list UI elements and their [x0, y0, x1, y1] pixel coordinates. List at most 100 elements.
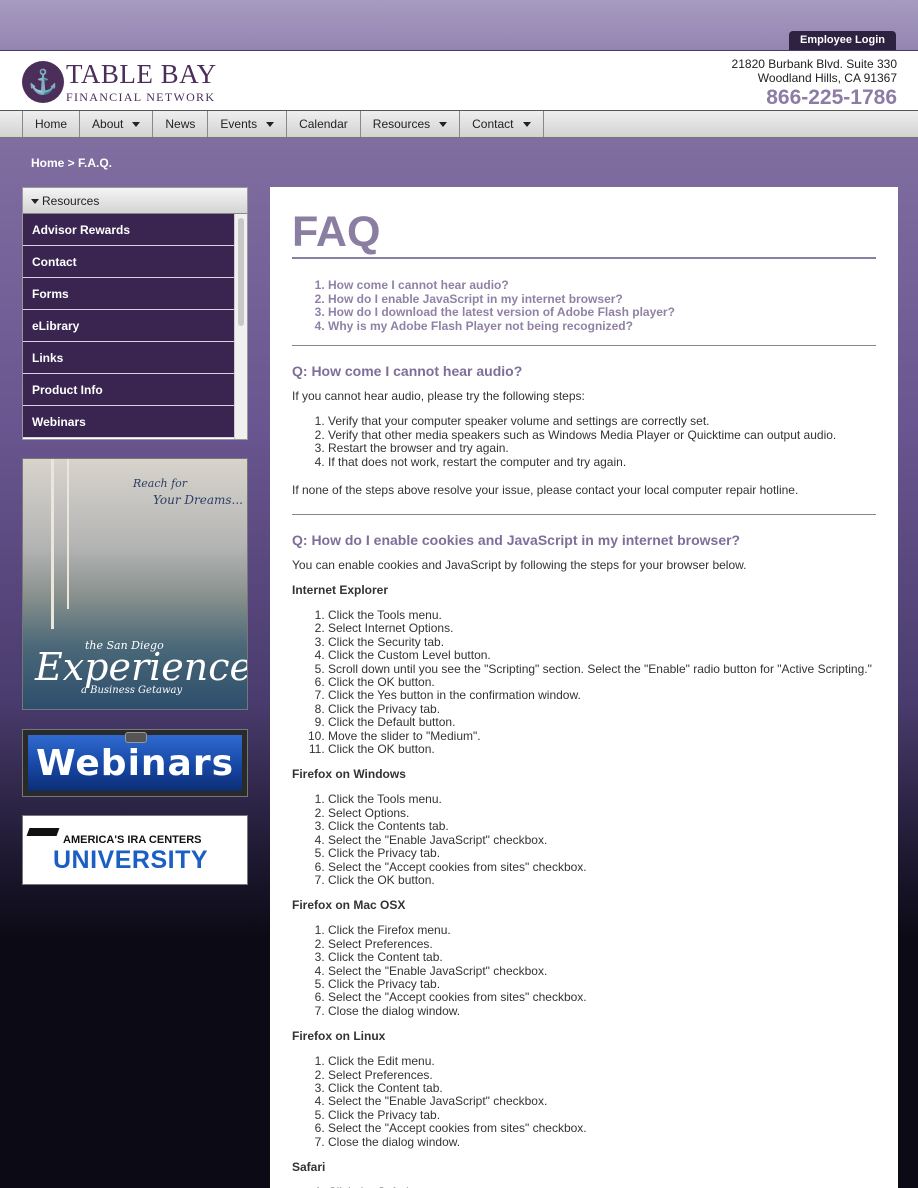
step-item: Click the Tools menu.	[328, 608, 876, 622]
webinars-label: Webinars	[28, 735, 242, 791]
caret-down-icon	[266, 122, 275, 128]
nav-item-label: Calendar	[299, 117, 348, 131]
contact-address: 21820 Burbank Blvd. Suite 330 Woodland H…	[732, 57, 897, 110]
nav-item-label: News	[165, 117, 196, 131]
scrollbar-thumb[interactable]	[238, 218, 244, 326]
question-outro: If none of the steps above resolve your …	[292, 483, 799, 497]
sidebar-item-product-info[interactable]: Product Info	[23, 374, 235, 406]
sidebar-item-webinars[interactable]: Webinars	[23, 406, 235, 438]
browser-heading: Internet Explorer	[292, 583, 389, 597]
step-item: Select the "Accept cookies from sites" c…	[328, 860, 876, 874]
caret-down-icon	[439, 122, 448, 128]
browser-heading: Safari	[292, 1160, 326, 1174]
webinars-banner[interactable]: Webinars	[22, 729, 248, 797]
site-header: ⚓ TABLE BAY FINANCIAL NETWORK 21820 Burb…	[0, 50, 918, 110]
ira-university-banner[interactable]: AMERICA'S IRA CENTERS UNIVERSITY	[22, 815, 248, 885]
step-item: Select the "Enable JavaScript" checkbox.	[328, 833, 876, 847]
step-item: If that does not work, restart the compu…	[328, 455, 876, 469]
triangle-down-icon	[31, 199, 39, 205]
nav-item-calendar[interactable]: Calendar	[287, 111, 361, 137]
nav-item-news[interactable]: News	[153, 111, 209, 137]
browser-heading: Firefox on Mac OSX	[292, 898, 406, 913]
nav-item-about[interactable]: About	[80, 111, 154, 137]
sidebar-scrollbar[interactable]	[234, 214, 247, 439]
sidebar-list: Advisor Rewards Contact Forms eLibrary Links…	[23, 214, 235, 438]
question-intro: If you cannot hear audio, please try the…	[292, 389, 585, 404]
browser-heading: Firefox on Windows	[292, 767, 406, 782]
steps-list: Click the Tools menu.Select Options.Clic…	[328, 793, 876, 887]
divider	[292, 345, 876, 347]
step-item: Click the Privacy tab.	[328, 702, 876, 716]
toc-link[interactable]: Why is my Adobe Flash Player not being r…	[328, 319, 876, 334]
sidebar-item-advisor-rewards[interactable]: Advisor Rewards	[23, 214, 235, 246]
nav-item-events[interactable]: Events	[208, 111, 288, 137]
step-item: Click the Edit menu.	[328, 1054, 876, 1068]
banner-getaway-text: a Business Getaway	[81, 685, 183, 696]
browser-heading: Firefox on Linux	[292, 1029, 386, 1044]
employee-login-button[interactable]: Employee Login	[789, 31, 896, 50]
sidebar-item-forms[interactable]: Forms	[23, 278, 235, 310]
resources-sidebar: Resources Advisor Rewards Contact Forms eLi…	[22, 187, 248, 440]
question-intro: You can enable cookies and JavaScript by…	[292, 558, 747, 572]
step-item: Click the Default button.	[328, 715, 876, 729]
sidebar-header[interactable]: Resources	[23, 188, 247, 214]
graduation-cap-icon	[26, 828, 60, 836]
sail-mast	[67, 459, 69, 609]
nav-item-label: About	[92, 117, 124, 131]
divider	[292, 514, 876, 515]
sail-mast	[51, 459, 54, 629]
step-item: Verify that other media speakers such as…	[328, 428, 876, 442]
step-item: Scroll down until you see the "Scripting…	[328, 662, 876, 676]
browser-sections: Internet ExplorerClick the Tools menu.Se…	[292, 583, 876, 1188]
faq-toc: How come I cannot hear audio?How do I en…	[328, 278, 876, 334]
nav-item-label: Contact	[472, 117, 514, 131]
step-item: Verify that your computer speaker volume…	[328, 414, 876, 428]
banner-experience-text: Experience	[35, 645, 248, 689]
toc-link[interactable]: How do I enable JavaScript in my interne…	[328, 292, 876, 307]
step-item: Click the Content tab.	[328, 1081, 876, 1095]
steps-list: Verify that your computer speaker volume…	[328, 414, 876, 469]
step-item: Select the "Accept cookies from sites" c…	[328, 990, 876, 1004]
nav-item-contact[interactable]: Contact	[460, 111, 544, 137]
ira-main-text: UNIVERSITY	[53, 846, 209, 874]
page-title: FAQ	[292, 209, 876, 259]
step-item: Select Preferences.	[328, 937, 876, 951]
toc-link[interactable]: How do I download the latest version of …	[328, 306, 876, 320]
step-item: Click the Security tab.	[328, 635, 876, 649]
sidebar-item-elibrary[interactable]: eLibrary	[23, 310, 235, 342]
toc-link[interactable]: How come I cannot hear audio?	[328, 278, 876, 293]
step-item: Select the "Accept cookies from sites" c…	[328, 1121, 876, 1135]
main-nav: Home About News Events Calendar Resources Cont…	[0, 110, 918, 138]
step-item: Click the Content tab.	[328, 950, 876, 964]
site-logo[interactable]: ⚓ TABLE BAY FINANCIAL NETWORK	[22, 59, 222, 105]
steps-list: Click the Edit menu.Select Preferences.C…	[328, 1054, 876, 1149]
step-item: Click the Custom Level button.	[328, 648, 876, 662]
nav-item-home[interactable]: Home	[23, 111, 81, 137]
question-heading: Q: How do I enable cookies and JavaScrip…	[292, 532, 741, 548]
step-item: Click the Tools menu.	[328, 793, 876, 807]
breadcrumb: Home > F.A.Q.	[31, 156, 113, 170]
step-item: Close the dialog window.	[328, 1135, 876, 1149]
sidebar-header-label: Resources	[42, 194, 100, 208]
faq-content: FAQ How come I cannot hear audio?How do …	[270, 187, 898, 1188]
nav-items: Home About News Events Calendar Resources Cont…	[22, 111, 544, 137]
san-diego-experience-banner[interactable]: Reach for Your Dreams... the San Diego E…	[22, 458, 248, 710]
step-item: Restart the browser and try again.	[328, 441, 876, 455]
nav-item-resources[interactable]: Resources	[361, 111, 461, 137]
address-line-2: Woodland Hills, CA 91367	[757, 71, 897, 85]
step-item: Click the OK button.	[328, 742, 876, 756]
sidebar-item-contact[interactable]: Contact	[23, 246, 235, 278]
step-item: Click the Firefox menu.	[328, 923, 876, 937]
step-item: Click the Privacy tab.	[328, 846, 876, 860]
anchor-icon: ⚓	[22, 61, 64, 103]
step-item: Close the dialog window.	[328, 1004, 876, 1018]
camera-icon	[125, 732, 147, 743]
logo-name: TABLE BAY	[66, 59, 217, 89]
steps-list: Click the Firefox menu.Select Preference…	[328, 923, 876, 1018]
step-item: Select Preferences.	[328, 1068, 876, 1082]
sidebar-item-links[interactable]: Links	[23, 342, 235, 374]
question-heading: Q: How come I cannot hear audio?	[292, 363, 523, 380]
step-item: Click the Privacy tab.	[328, 1108, 876, 1122]
step-item: Click the OK button.	[328, 873, 876, 887]
step-item: Click the OK button.	[328, 675, 876, 689]
